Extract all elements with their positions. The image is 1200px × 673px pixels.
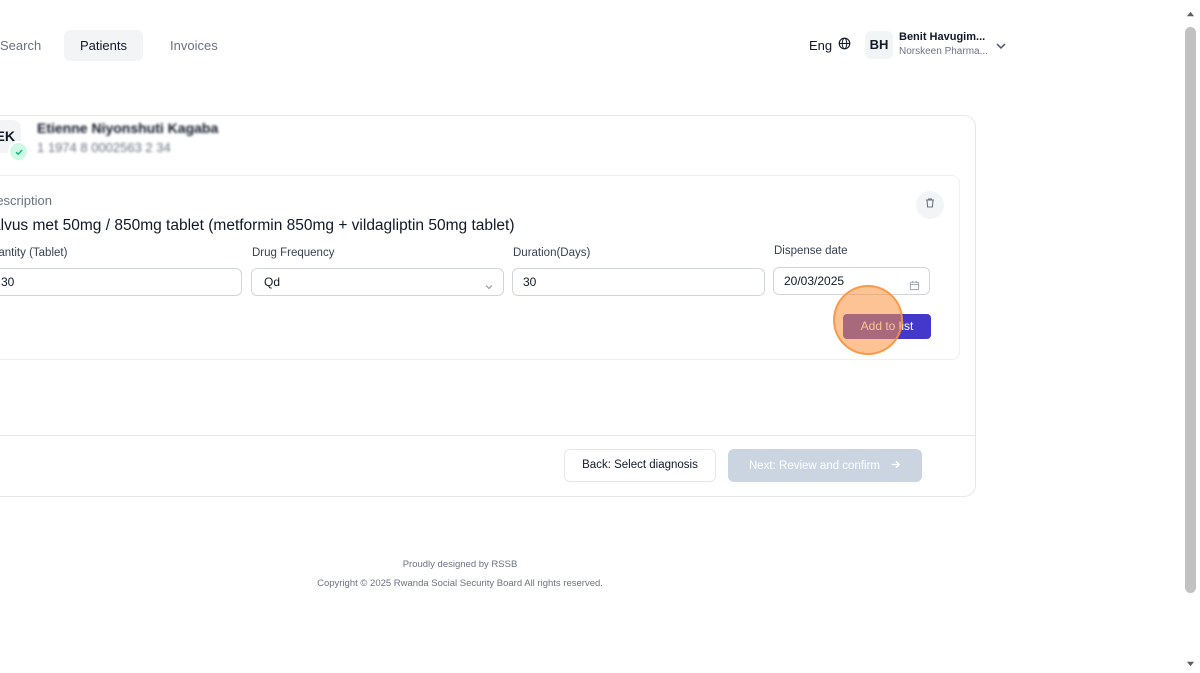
dispense-date-value: 20/03/2025 — [784, 274, 845, 288]
calendar-icon — [909, 274, 920, 300]
scroll-up-arrow-icon[interactable] — [1186, 6, 1195, 24]
tab-search[interactable]: Search — [0, 30, 41, 61]
patient-name: Etienne Niyonshuti Kagaba — [37, 120, 219, 136]
scrollbar-thumb[interactable] — [1185, 27, 1196, 593]
frequency-select[interactable]: Qd — [251, 268, 504, 296]
footer-designed-by: Proudly designed by RSSB — [402, 559, 518, 570]
duration-label: Duration(Days) — [513, 247, 591, 259]
duration-input[interactable]: 30 — [512, 268, 765, 296]
scroll-down-arrow-icon[interactable] — [1186, 655, 1195, 673]
delete-button[interactable] — [916, 191, 944, 219]
tab-invoices[interactable]: Invoices — [170, 30, 218, 61]
dispense-date-label: Dispense date — [774, 245, 848, 257]
add-to-list-button[interactable]: Add to list — [843, 314, 931, 339]
drug-name: alvus met 50mg / 850mg tablet (metformin… — [0, 217, 515, 234]
user-avatar[interactable]: BH — [865, 31, 893, 59]
quantity-label: uantity (Tablet) — [0, 247, 68, 259]
language-selector[interactable]: Eng — [809, 37, 851, 53]
language-label: Eng — [809, 37, 833, 53]
next-review-confirm-button[interactable]: Next: Review and confirm — [728, 449, 922, 482]
frequency-value: Qd — [264, 275, 281, 289]
globe-icon — [838, 37, 851, 53]
user-organization: Norskeen Pharma... — [899, 46, 988, 57]
quantity-input[interactable]: 30 — [0, 268, 242, 296]
trash-icon — [924, 196, 936, 214]
chevron-down-icon[interactable] — [995, 39, 1007, 57]
tab-patients[interactable]: Patients — [64, 30, 143, 61]
footer-copyright: Copyright © 2025 Rwanda Social Security … — [317, 578, 603, 589]
frequency-label: Drug Frequency — [252, 247, 335, 259]
divider — [0, 435, 975, 436]
dispense-date-input[interactable]: 20/03/2025 — [773, 267, 930, 295]
back-select-diagnosis-button[interactable]: Back: Select diagnosis — [564, 449, 716, 482]
verified-check-icon — [8, 141, 29, 162]
user-name: Benit Havugim... — [899, 31, 986, 43]
patient-id-number: 1 1974 8 0002563 2 34 — [37, 140, 171, 155]
chevron-down-icon — [484, 275, 494, 301]
next-button-label: Next: Review and confirm — [748, 459, 881, 472]
section-label: rescription — [0, 193, 52, 208]
arrow-right-icon — [890, 459, 901, 473]
